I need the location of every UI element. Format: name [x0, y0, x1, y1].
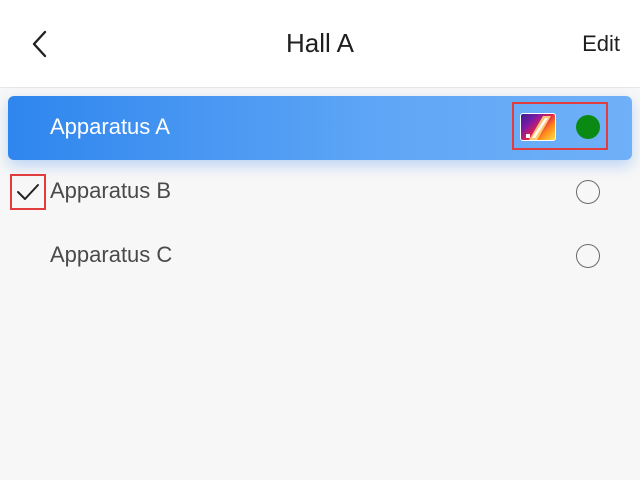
header-bar: Hall A Edit: [0, 0, 640, 88]
list-item-label: Apparatus C: [50, 242, 173, 267]
checkmark-selector[interactable]: [10, 174, 46, 210]
radio-button[interactable]: [576, 180, 600, 204]
list-item-apparatus-b[interactable]: Apparatus B: [0, 160, 640, 224]
thermal-streak-icon: [526, 116, 551, 140]
status-indicator-active[interactable]: [576, 115, 600, 139]
thermal-image-icon[interactable]: [520, 113, 556, 141]
list-item-label: Apparatus A: [50, 114, 170, 139]
apparatus-a-controls: [512, 102, 608, 150]
list-item-apparatus-c[interactable]: Apparatus C: [0, 224, 640, 288]
edit-button[interactable]: Edit: [582, 31, 620, 57]
list-item-label: Apparatus B: [50, 178, 172, 203]
page-title: Hall A: [286, 28, 354, 58]
check-icon: [17, 184, 39, 200]
list-item-apparatus-a[interactable]: Apparatus A: [8, 96, 632, 160]
radio-button[interactable]: [576, 244, 600, 268]
app: Hall A Edit Apparatus A Apparatus B Appa…: [0, 0, 640, 480]
